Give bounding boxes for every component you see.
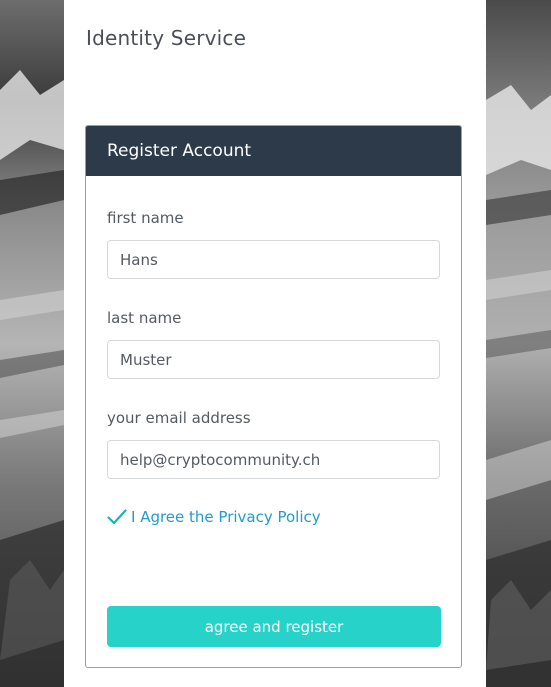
privacy-agree-toggle[interactable]: I Agree the Privacy Policy — [107, 508, 321, 526]
background-image-right — [486, 0, 551, 687]
agree-and-register-button[interactable]: agree and register — [107, 606, 441, 647]
email-label: your email address — [107, 409, 251, 427]
page: Identity Service Register Account first … — [0, 0, 551, 687]
last-name-label: last name — [107, 309, 182, 327]
first-name-label: first name — [107, 209, 184, 227]
last-name-input[interactable] — [107, 340, 440, 379]
privacy-policy-link[interactable]: I Agree the Privacy Policy — [131, 508, 321, 526]
register-card: Register Account first name last name yo… — [85, 125, 462, 668]
check-icon — [107, 509, 127, 525]
card-header: Register Account — [86, 126, 461, 176]
app-title: Identity Service — [86, 26, 247, 50]
card-title: Register Account — [107, 141, 252, 161]
first-name-input[interactable] — [107, 240, 440, 279]
background-image-left — [0, 0, 64, 687]
email-input[interactable] — [107, 440, 440, 479]
